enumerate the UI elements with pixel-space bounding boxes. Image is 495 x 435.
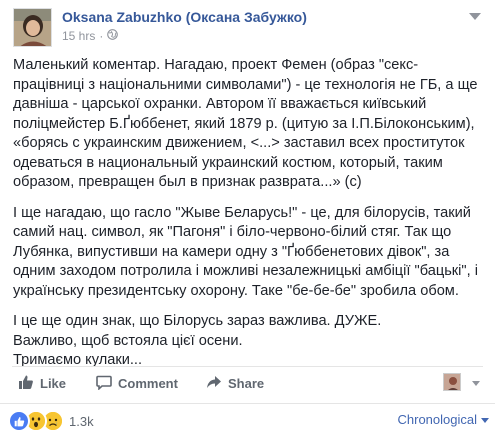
action-bar: Like Comment Share xyxy=(12,373,483,394)
like-label: Like xyxy=(40,376,67,391)
post-paragraph-2: І ще нагадаю, що гасло "Жыве Беларусь!" … xyxy=(13,204,478,299)
share-button[interactable]: Share xyxy=(206,374,264,393)
comment-bubble-icon xyxy=(96,374,112,393)
viewer-avatar-thumbnail[interactable] xyxy=(443,373,461,391)
divider xyxy=(0,403,495,404)
like-button[interactable]: Like xyxy=(18,374,66,393)
like-reaction-icon xyxy=(8,410,30,432)
post-body: Маленький коментар. Нагадаю, проект Феме… xyxy=(13,56,488,382)
comment-button[interactable]: Comment xyxy=(96,374,178,393)
post-paragraph-3: І це ще один знак, що Білорусь зараз важ… xyxy=(13,313,382,368)
post-header: Oksana Zabuzhko (Оксана Забужко) 15 hrs … xyxy=(13,7,483,47)
facebook-post: Oksana Zabuzhko (Оксана Забужко) 15 hrs … xyxy=(0,0,495,435)
reaction-chevron-down-icon[interactable] xyxy=(472,381,480,386)
meta-separator: · xyxy=(99,29,104,43)
comment-label: Comment xyxy=(118,376,178,391)
globe-icon[interactable] xyxy=(107,29,119,43)
post-paragraph-1: Маленький коментар. Нагадаю, проект Феме… xyxy=(13,57,478,190)
share-arrow-icon xyxy=(206,374,222,393)
reactions-summary[interactable]: 1.3k xyxy=(8,410,94,432)
sort-label: Chronological xyxy=(397,412,478,427)
reaction-count: 1.3k xyxy=(69,413,94,429)
chevron-down-icon xyxy=(481,417,489,423)
divider xyxy=(12,366,483,367)
comment-sort-dropdown[interactable]: Chronological xyxy=(397,412,489,427)
post-timestamp[interactable]: 15 hrs xyxy=(62,29,95,43)
post-options-chevron-down-icon[interactable] xyxy=(469,13,481,20)
post-meta: 15 hrs · xyxy=(62,29,119,43)
author-avatar[interactable] xyxy=(13,8,52,47)
avatar-photo xyxy=(14,9,51,46)
author-name[interactable]: Oksana Zabuzhko (Оксана Забужко) xyxy=(62,9,307,25)
share-label: Share xyxy=(228,376,265,391)
thumbs-up-icon xyxy=(18,374,34,393)
